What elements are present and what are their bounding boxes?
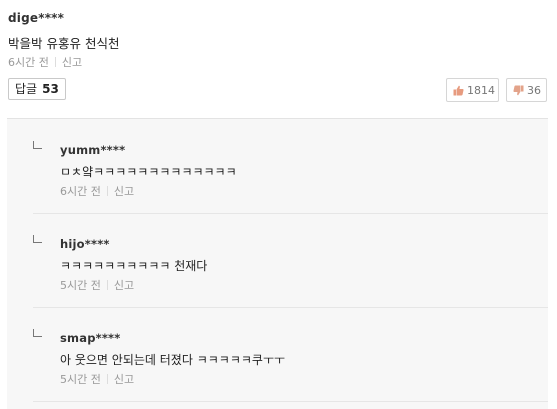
replies-panel: yumm**** ㅁㅊ얔ㅋㅋㅋㅋㅋㅋㅋㅋㅋㅋㅋㅋㅋ 6시간 전 신고 hijo**… xyxy=(7,118,548,409)
report-link[interactable]: 신고 xyxy=(114,185,134,198)
dislike-button[interactable]: 36 xyxy=(506,78,547,102)
meta-divider xyxy=(106,374,108,384)
reply-meta: 5시간 전 신고 xyxy=(60,277,134,293)
report-link[interactable]: 신고 xyxy=(114,373,134,386)
reply-time: 6시간 전 xyxy=(60,185,101,198)
reply-time: 5시간 전 xyxy=(60,279,101,292)
reply-arrow-icon xyxy=(33,141,42,149)
reply-text: ㅁㅊ얔ㅋㅋㅋㅋㅋㅋㅋㅋㅋㅋㅋㅋㅋ xyxy=(60,165,237,179)
reply-divider xyxy=(33,213,548,214)
thumbs-down-icon xyxy=(513,85,524,96)
reply-divider xyxy=(33,401,548,402)
reply-author[interactable]: yumm**** xyxy=(60,143,125,157)
reply-arrow-icon xyxy=(33,329,42,337)
dislike-count: 36 xyxy=(527,83,541,97)
report-link[interactable]: 신고 xyxy=(62,56,82,69)
reply-meta: 6시간 전 신고 xyxy=(60,183,134,199)
like-count: 1814 xyxy=(467,83,495,97)
reply-text: ㅋㅋㅋㅋㅋㅋㅋㅋㅋㅋ 천재다 xyxy=(60,259,208,273)
meta-divider xyxy=(54,57,56,67)
reply-divider xyxy=(33,307,548,308)
reply-toggle-button[interactable]: 답글 53 xyxy=(8,78,66,100)
reply-author[interactable]: smap**** xyxy=(60,331,120,345)
reply-text: 아 웃으면 안되는데 터졌다 ㅋㅋㅋㅋㅋ쿠ㅜㅜ xyxy=(60,353,286,367)
meta-divider xyxy=(106,186,108,196)
reply-arrow-icon xyxy=(33,235,42,243)
comment-text: 박을박 유홍유 천식천 xyxy=(8,36,120,51)
comment-author[interactable]: dige**** xyxy=(8,11,64,25)
reply-time: 5시간 전 xyxy=(60,373,101,386)
reply-count: 53 xyxy=(42,82,59,96)
meta-divider xyxy=(106,280,108,290)
reply-button-label: 답글 xyxy=(15,82,38,96)
thumbs-up-icon xyxy=(453,85,464,96)
comment-meta: 6시간 전 신고 xyxy=(8,54,82,70)
report-link[interactable]: 신고 xyxy=(114,279,134,292)
comment-time: 6시간 전 xyxy=(8,56,49,69)
like-button[interactable]: 1814 xyxy=(446,78,499,102)
reply-author[interactable]: hijo**** xyxy=(60,237,110,251)
reply-meta: 5시간 전 신고 xyxy=(60,371,134,387)
